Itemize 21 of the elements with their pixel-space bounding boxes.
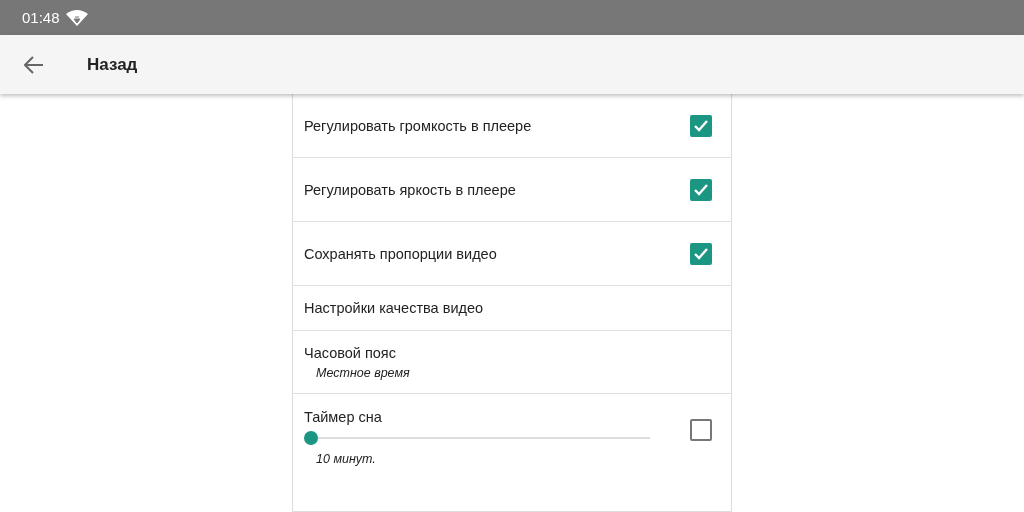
checkbox[interactable]: [690, 242, 712, 265]
checkbox[interactable]: [690, 178, 712, 201]
setting-label[interactable]: Часовой пояс: [304, 344, 410, 361]
slider-thumb[interactable]: [304, 431, 318, 445]
check-icon: [693, 182, 709, 197]
slider-value: 10 минут.: [316, 452, 377, 466]
setting-label[interactable]: Сохранять пропорции видео: [304, 245, 497, 262]
back-arrow-icon[interactable]: [24, 55, 44, 74]
wifi-icon: [65, 9, 88, 26]
checkbox[interactable]: [690, 114, 712, 137]
setting-label[interactable]: Настройки качества видео: [304, 300, 484, 316]
status-time: 01:48: [22, 9, 60, 26]
setting-value: Местное время: [316, 365, 410, 380]
back-title[interactable]: Назад: [87, 54, 138, 75]
check-icon: [693, 118, 709, 133]
setting-label: Таймер сна: [304, 409, 383, 425]
check-icon: [693, 246, 709, 261]
setting-label[interactable]: Регулировать яркость в плеере: [304, 181, 516, 198]
setting-label[interactable]: Регулировать громкость в плеере: [304, 117, 532, 134]
checkbox[interactable]: [690, 419, 712, 441]
slider[interactable]: [304, 431, 650, 445]
